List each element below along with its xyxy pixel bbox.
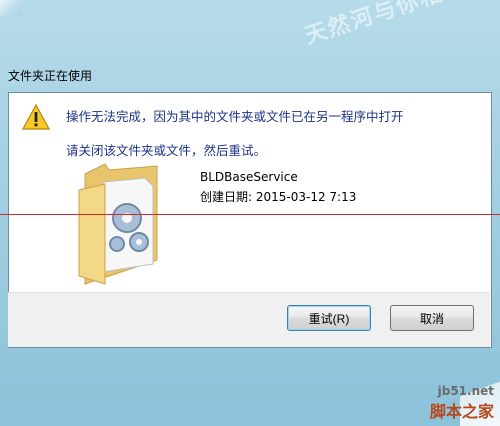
- frame-corner: [0, 0, 22, 16]
- cancel-button[interactable]: 取消: [390, 305, 474, 331]
- window-title: 文件夹正在使用: [8, 69, 93, 83]
- instruction-message: 请关闭该文件夹或文件，然后重试。: [66, 143, 267, 158]
- watermark-brand: 脚本之家: [429, 402, 494, 421]
- item-created-date: 创建日期: 2015-03-12 7:13: [200, 190, 357, 204]
- error-message: 操作无法完成，因为其中的文件夹或文件已在另一程序中打开: [66, 109, 404, 124]
- annotation-line: [0, 214, 500, 215]
- warning-triangle-icon: [22, 104, 50, 130]
- title-bar[interactable]: 文件夹正在使用: [8, 64, 308, 86]
- watermark-site: jb51.net: [437, 384, 494, 398]
- retry-button[interactable]: 重试(R): [287, 305, 371, 331]
- item-name: BLDBaseService: [200, 170, 298, 184]
- folder-with-gears-icon: [78, 163, 158, 285]
- watermark-bottom: jb51.net 脚本之家: [430, 384, 494, 422]
